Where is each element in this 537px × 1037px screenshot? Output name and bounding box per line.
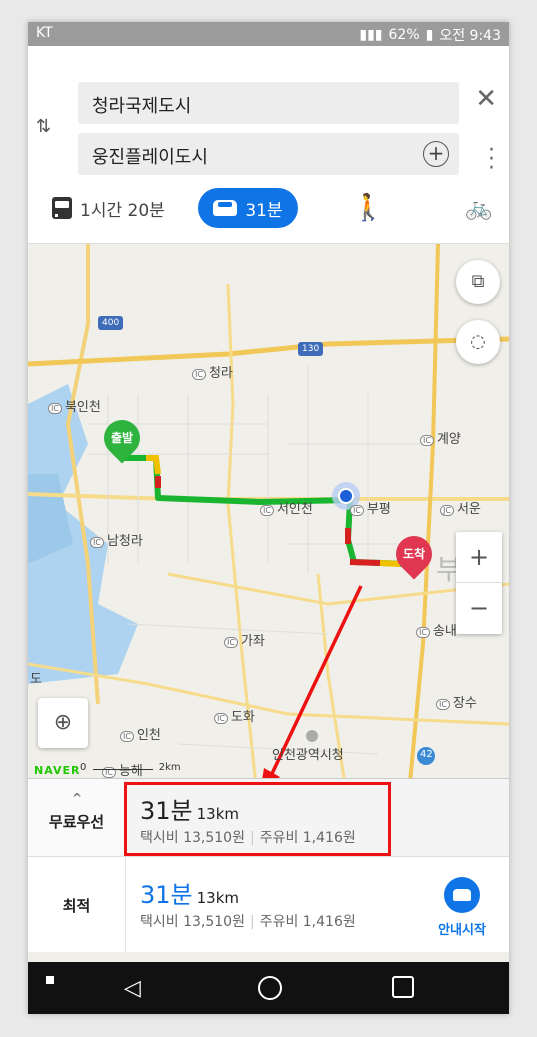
tab-car[interactable]: 31분 <box>198 188 298 228</box>
layers-button[interactable]: ⧉ <box>456 260 500 304</box>
map-label-cheongna: IC 청라 <box>192 362 233 381</box>
route-shield-400: 400 <box>98 314 124 330</box>
map-label-jangsu: IC 장수 <box>436 692 477 711</box>
destination-field[interactable]: 웅진플레이도시 + <box>78 133 459 175</box>
tab-walk[interactable]: 🚶 <box>352 188 384 228</box>
recent-apps-icon[interactable] <box>392 976 414 998</box>
walk-icon: 🚶 <box>352 193 385 223</box>
clock: 오전 9:43 <box>439 28 501 44</box>
route-tag-free: ^ 무료우선 <box>28 779 126 856</box>
plus-circle-icon[interactable]: + <box>423 141 449 167</box>
close-icon[interactable]: ✕ <box>475 84 497 114</box>
back-icon[interactable]: ◁ <box>124 976 141 1001</box>
location-marker-button[interactable]: ◌ <box>456 320 500 364</box>
start-pin-label: 출발 <box>110 431 134 445</box>
home-icon[interactable] <box>258 976 282 1000</box>
chevron-up-icon[interactable]: ^ <box>72 791 82 805</box>
map-label-gajwa: IC 가좌 <box>224 630 265 649</box>
current-location-button[interactable]: ⊕ <box>38 698 88 748</box>
start-pin[interactable]: 출발 <box>96 412 148 464</box>
layers-icon: ⧉ <box>471 271 485 292</box>
tab-bike[interactable]: 🚲 <box>465 188 492 228</box>
map-label-do: 도 <box>30 672 42 687</box>
transport-mode-tabs: 1시간 20분 31분 🚶 🚲 <box>28 188 509 232</box>
annotation-highlight-box <box>124 782 391 856</box>
route-shield-42: 42 <box>420 749 433 760</box>
route-option-best[interactable]: 최적 31분 13km 택시비 13,510원 | 주유비 1,416원 안내시작 <box>28 856 509 952</box>
map-label-bupyeong: IC 부평 <box>350 498 391 517</box>
start-navigation-label: 안내시작 <box>438 923 486 938</box>
map-label-bukincheon: IC 북인천 <box>48 396 101 415</box>
start-field[interactable]: 청라국제도시 <box>78 82 459 124</box>
map-label-incheon: IC 인천 <box>120 724 161 743</box>
zoom-in-button[interactable]: + <box>456 532 502 583</box>
tab-transit-label: 1시간 20분 <box>80 200 165 221</box>
tab-car-label: 31분 <box>245 200 283 221</box>
map-label-cityhall: 인천광역시청 <box>272 748 344 763</box>
route-search-card: ⇅ 청라국제도시 ✕ 웅진플레이도시 + · · · 1시간 20분 31분 🚶 🚲 <box>28 46 509 244</box>
map-label-seoun: JC 서운 <box>440 498 481 517</box>
signal-icon: ▮▮▮ <box>359 27 383 43</box>
battery-percent: 62% <box>388 27 420 43</box>
system-nav-bar: ◁ <box>28 962 509 1014</box>
map-pin-icon: ◌ <box>470 331 486 352</box>
destination-field-text: 웅진플레이도시 <box>92 147 208 168</box>
dot-icon <box>46 976 54 984</box>
scale-bar: 0 2km <box>80 762 181 773</box>
phone-screen: KT ▮▮▮ 62% ▮ 오전 9:43 ⇅ 청라국제도시 ✕ 웅진플레이도시 … <box>28 22 509 1014</box>
map-label-dohwa: IC 도화 <box>214 706 255 725</box>
tab-transit[interactable]: 1시간 20분 <box>52 188 165 228</box>
naver-logo: NAVER <box>34 764 81 777</box>
map-label-songnae: IC 송내 <box>416 620 457 639</box>
start-navigation-button[interactable]: 안내시작 <box>427 877 497 938</box>
start-field-text: 청라국제도시 <box>92 96 192 117</box>
kebab-icon[interactable]: · · · <box>488 140 495 180</box>
zoom-controls: + − <box>456 532 502 634</box>
map-label-namcheongna: IC 남청라 <box>90 530 143 549</box>
crosshair-icon: ⊕ <box>53 710 73 735</box>
route-fare-best: 택시비 13,510원 | 주유비 1,416원 <box>140 914 356 930</box>
destination-pin[interactable]: 도착 <box>388 528 440 580</box>
car-icon <box>444 877 480 913</box>
route-shield-130: 130 <box>298 340 324 356</box>
route-time-best: 31분 13km <box>140 881 240 909</box>
bus-icon <box>52 197 75 219</box>
battery-icon: ▮ <box>425 27 434 43</box>
bike-icon: 🚲 <box>465 195 493 221</box>
destination-pin-label: 도착 <box>402 547 426 561</box>
route-tag-best: 최적 <box>28 857 126 952</box>
status-bar: KT ▮▮▮ 62% ▮ 오전 9:43 <box>28 22 509 46</box>
map-label-gyeyang: IC 계양 <box>420 428 461 447</box>
zoom-out-button[interactable]: − <box>456 583 502 634</box>
carrier-label: KT <box>36 25 53 41</box>
map-label-seoincheon: IC 서인천 <box>260 498 313 517</box>
car-icon <box>213 200 238 216</box>
swap-vertical-icon[interactable]: ⇅ <box>36 116 51 137</box>
